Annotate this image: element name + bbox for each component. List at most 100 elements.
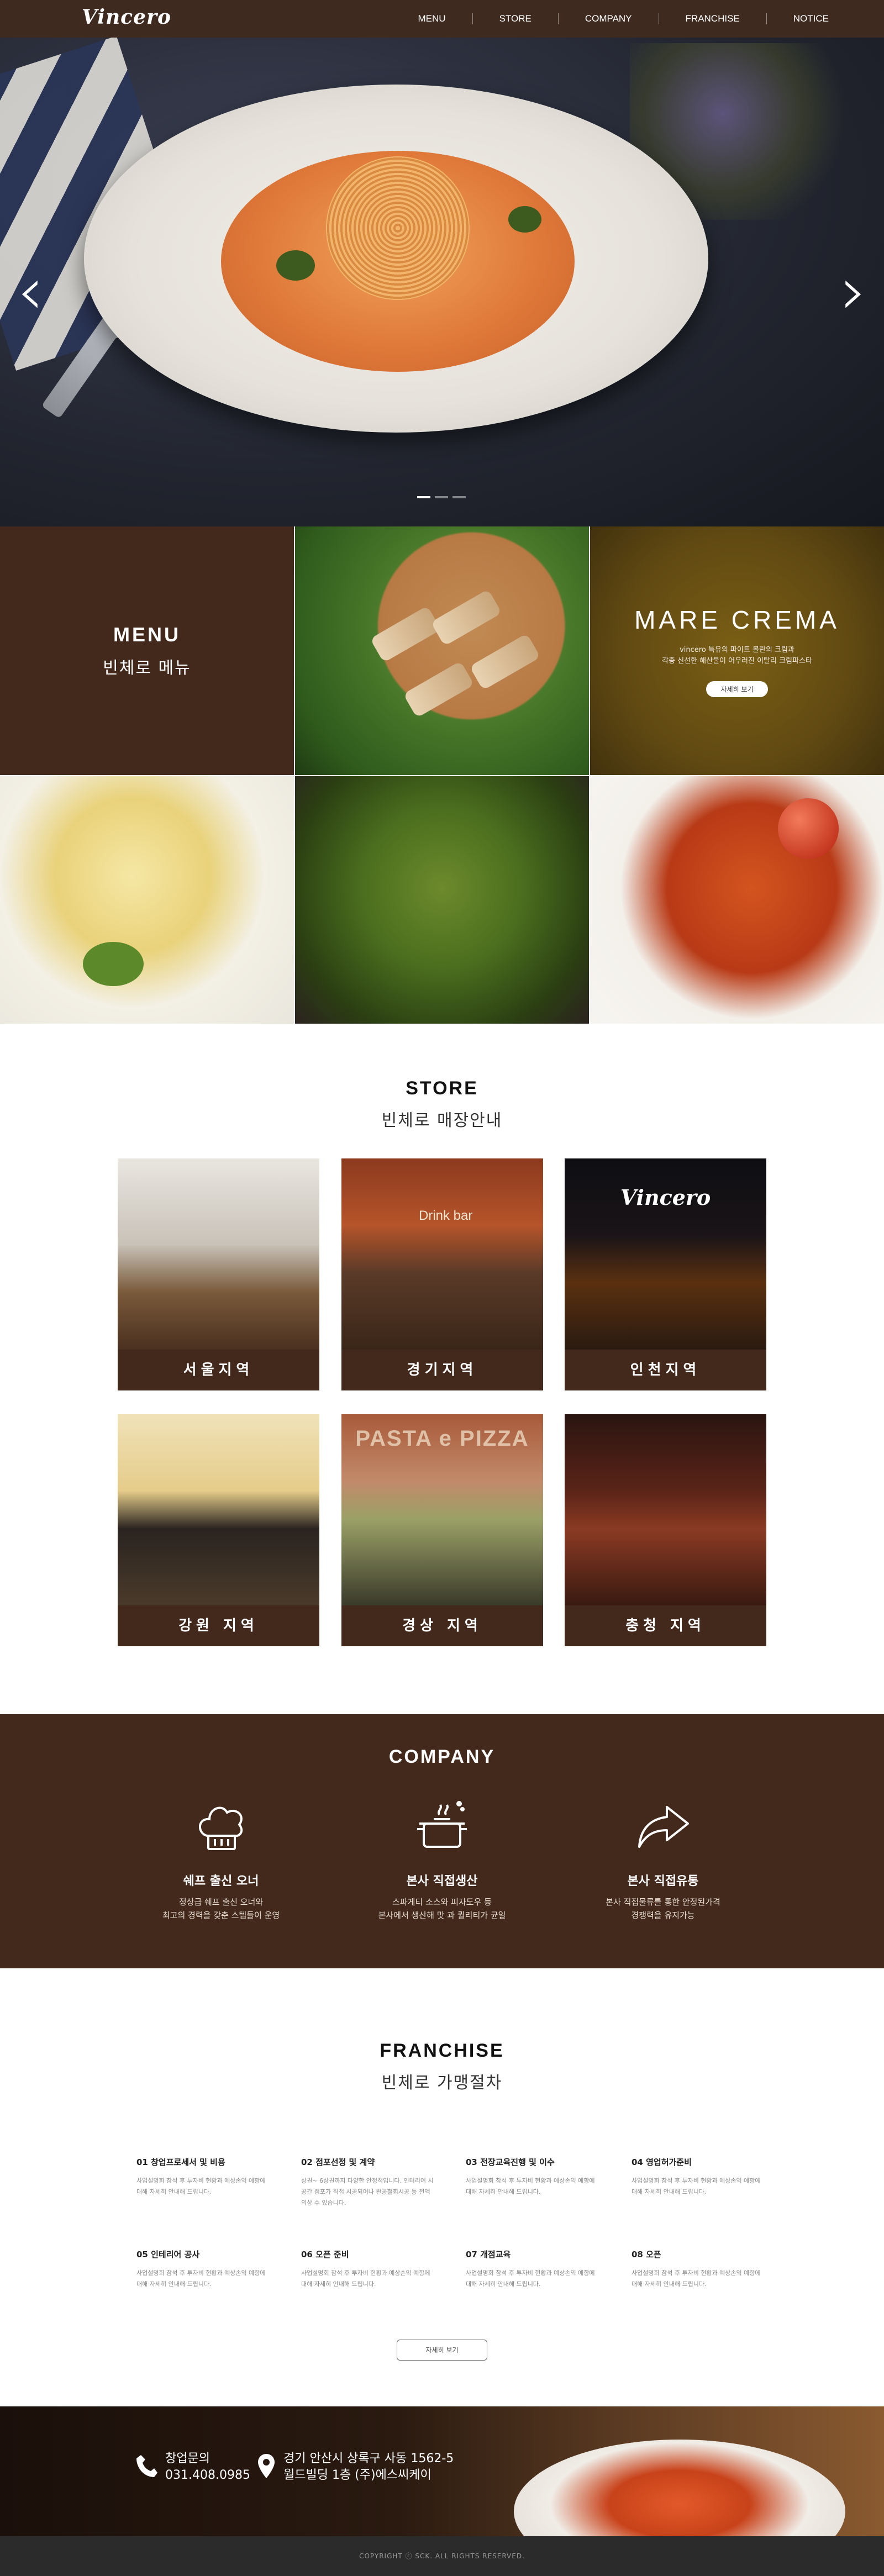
- broccoli-image: [83, 942, 144, 986]
- nav-franchise[interactable]: FRANCHISE: [659, 13, 767, 24]
- step-title: 04 영업허가준비: [632, 2157, 692, 2167]
- phone-number[interactable]: 031.408.0985: [165, 2467, 250, 2484]
- franchise-section: FRANCHISE 빈체로 가맹절차 01 창업프로세서 및 비용 사업설명회 …: [0, 1968, 884, 2406]
- store-photo-sign: Drink bar: [419, 1208, 473, 1223]
- location-pin-icon: [257, 2453, 276, 2482]
- store-region-label: 인천지역: [565, 1350, 766, 1390]
- share-arrow-icon: [633, 1797, 693, 1858]
- chicken-strip-image: [370, 605, 441, 663]
- hero-broccoli-image: [276, 250, 315, 281]
- menu-item-mare-crema[interactable]: MARE CREMA vincero 특유의 파이트 볼란의 크림과 각종 신선…: [590, 526, 884, 775]
- menu-heading-tile: MENU 빈체로 메뉴: [0, 526, 294, 775]
- step-desc: 사업설명회 참석 후 투자비 현황과 예상손익 예항에 대해 자세히 안내해 드…: [466, 2177, 595, 2195]
- store-region-label: 경상 지역: [341, 1605, 543, 1646]
- step-desc: 사업설명회 참석 후 투자비 현황과 예상손익 예항에 대해 자세히 안내해 드…: [136, 2177, 266, 2195]
- step-desc: 사업설명회 참석 후 투자비 현황과 예상손익 예항에 대해 자세히 안내해 드…: [136, 2269, 266, 2288]
- slider-prev-icon[interactable]: ‹: [14, 259, 47, 336]
- franchise-step: 05 인테리어 공사 사업설명회 참석 후 투자비 현황과 예상손익 예항에 대…: [136, 2248, 269, 2290]
- company-feature: 본사 직접유통 본사 직접물류를 통한 안정된가격 경쟁력을 유지가능: [575, 1797, 751, 1922]
- step-desc: 사업설명회 참석 후 투자비 현황과 예상손익 예항에 대해 자세히 안내해 드…: [466, 2269, 595, 2288]
- feature-desc-line: 본사 직접물류를 통한 안정된가격: [606, 1897, 720, 1907]
- store-card-incheon[interactable]: Vincero 인천지역: [565, 1158, 766, 1390]
- menu-item-tomato-pasta[interactable]: [590, 776, 884, 1025]
- slider-next-icon[interactable]: ›: [837, 259, 870, 336]
- company-feature: 쉐프 출신 오너 정상급 쉐프 출신 오너와 최고의 경력을 갖춘 스텝들이 운…: [133, 1797, 309, 1922]
- site-footer: COPYRIGHT ⓒ SCK. ALL RIGHTS RESERVED.: [0, 2536, 884, 2576]
- feature-desc-line: 본사에서 생산해 맛 과 퀄리티가 균일: [378, 1910, 506, 1920]
- step-desc: 상권~ 6상권까지 다양한 안정적입니다. 인터리어 시공간 점포가 직접 시공…: [301, 2177, 434, 2206]
- menu-item-chicken-salad[interactable]: [295, 526, 589, 775]
- store-card-gyeonggi[interactable]: Drink bar 경기지역: [341, 1158, 543, 1390]
- step-title: 03 전장교육진행 및 이수: [466, 2157, 555, 2167]
- step-desc: 사업설명회 참석 후 투자비 현황과 예상손익 예항에 대해 자세히 안내해 드…: [632, 2269, 761, 2288]
- company-section: COMPANY 쉐프 출신 오너 정상급 쉐프 출신 오너와 최고의 경력을 갖…: [0, 1714, 884, 1968]
- cherry-tomato-image: [778, 798, 839, 859]
- franchise-subtitle: 빈체로 가맹절차: [381, 2073, 503, 2093]
- contact-phone-text: 창업문의 031.408.0985: [165, 2451, 250, 2484]
- step-desc: 사업설명회 참석 후 투자비 현황과 예상손익 예항에 대해 자세히 안내해 드…: [632, 2177, 761, 2195]
- feature-title: 본사 직접유통: [627, 1874, 699, 1888]
- menu-subtitle: 빈체로 메뉴: [103, 659, 191, 678]
- nav-company[interactable]: COMPANY: [559, 13, 659, 24]
- feature-desc-line: 스파게티 소스와 피자도우 등: [392, 1897, 492, 1907]
- store-card-chungcheong[interactable]: 충청 지역: [565, 1414, 766, 1646]
- menu-feature-desc-line: vincero 특유의 파이트 볼란의 크림과: [680, 645, 794, 654]
- franchise-step: 02 점포선정 및 계약 상권~ 6상권까지 다양한 안정적입니다. 인터리어 …: [301, 2156, 434, 2209]
- feature-desc-line: 최고의 경력을 갖춘 스텝들이 운영: [162, 1910, 280, 1920]
- menu-item-green-salad[interactable]: [295, 776, 589, 1025]
- feature-desc: 본사 직접물류를 통한 안정된가격 경쟁력을 유지가능: [575, 1895, 751, 1922]
- feature-desc-line: 정상급 쉐프 출신 오너와: [178, 1897, 264, 1907]
- address-line: 경기 안산시 상록구 사동 1562-5: [283, 2452, 454, 2466]
- feature-desc: 정상급 쉐프 출신 오너와 최고의 경력을 갖춘 스텝들이 운영: [133, 1895, 309, 1922]
- store-card-gyeongsang[interactable]: PASTA e PIZZA 경상 지역: [341, 1414, 543, 1646]
- main-nav: MENU STORE COMPANY FRANCHISE NOTICE: [392, 0, 829, 38]
- franchise-step: 01 창업프로세서 및 비용 사업설명회 참석 후 투자비 현황과 예상손익 예…: [136, 2156, 269, 2198]
- menu-feature-more-button[interactable]: 자세히 보기: [706, 681, 768, 697]
- step-title: 06 오픈 준비: [301, 2250, 349, 2259]
- store-card-seoul[interactable]: 서울지역: [118, 1158, 319, 1390]
- franchise-step: 08 오픈 사업설명회 참석 후 투자비 현황과 예상손익 예항에 대해 자세히…: [632, 2248, 764, 2290]
- chicken-strip-image: [469, 633, 541, 691]
- nav-notice[interactable]: NOTICE: [767, 13, 829, 24]
- menu-section: MENU 빈체로 메뉴 MARE CREMA vincero 특유의 파이트 볼…: [0, 526, 884, 1025]
- feature-desc-line: 경쟁력을 유지가능: [631, 1910, 695, 1920]
- nav-store[interactable]: STORE: [473, 13, 559, 24]
- nav-menu[interactable]: MENU: [392, 13, 473, 24]
- menu-feature-overlay: MARE CREMA vincero 특유의 파이트 볼란의 크림과 각종 신선…: [590, 526, 884, 775]
- store-photo: Drink bar: [341, 1158, 543, 1350]
- copyright-text: COPYRIGHT ⓒ SCK. ALL RIGHTS RESERVED.: [359, 2552, 525, 2560]
- contact-background-dish-image: [514, 2440, 845, 2536]
- store-photo-sign: PASTA e PIZZA: [355, 1426, 529, 1451]
- franchise-step: 03 전장교육진행 및 이수 사업설명회 참석 후 투자비 현황과 예상손익 예…: [466, 2156, 598, 2198]
- hero-broccoli-image: [508, 206, 541, 233]
- menu-feature-title: MARE CREMA: [634, 605, 840, 634]
- store-region-label: 강원 지역: [118, 1605, 319, 1646]
- step-title: 05 인테리어 공사: [136, 2250, 200, 2259]
- feature-desc: 스파게티 소스와 피자도우 등 본사에서 생산해 맛 과 퀄리티가 균일: [354, 1895, 530, 1922]
- store-section: STORE 빈체로 매장안내 서울지역 Drink bar 경기지역 Vince…: [0, 1024, 884, 1714]
- phone-label: 창업문의: [165, 2452, 210, 2466]
- chef-hat-icon: [191, 1797, 251, 1858]
- store-card-gangwon[interactable]: 강원 지역: [118, 1414, 319, 1646]
- step-title: 08 오픈: [632, 2250, 661, 2259]
- feature-title: 쉐프 출신 오너: [183, 1874, 259, 1888]
- contact-address-text: 경기 안산시 상록구 사동 1562-5 월드빌딩 1층 (주)에스씨케이: [283, 2451, 454, 2484]
- slider-dot[interactable]: [417, 496, 430, 498]
- franchise-more-button[interactable]: 자세히 보기: [397, 2340, 487, 2361]
- menu-item-cream-pasta[interactable]: [0, 776, 294, 1025]
- franchise-title: FRANCHISE: [380, 2040, 504, 2061]
- franchise-step: 06 오픈 준비 사업설명회 참석 후 투자비 현황과 예상손익 예항에 대해 …: [301, 2248, 434, 2290]
- slider-dot[interactable]: [435, 496, 448, 498]
- site-header: Vincero MENU STORE COMPANY FRANCHISE NOT…: [0, 0, 884, 38]
- store-region-label: 충청 지역: [565, 1605, 766, 1646]
- store-photo: PASTA e PIZZA: [341, 1414, 543, 1605]
- store-subtitle: 빈체로 매장안내: [381, 1111, 503, 1130]
- contact-address: 경기 안산시 상록구 사동 1562-5 월드빌딩 1층 (주)에스씨케이: [257, 2451, 454, 2484]
- step-title: 02 점포선정 및 계약: [301, 2157, 375, 2167]
- slider-dot[interactable]: [452, 496, 466, 498]
- franchise-step: 04 영업허가준비 사업설명회 참석 후 투자비 현황과 예상손익 예항에 대해…: [632, 2156, 764, 2198]
- store-photo-sign: Vincero: [620, 1185, 711, 1210]
- contact-phone: 창업문의 031.408.0985: [135, 2451, 250, 2484]
- logo[interactable]: Vincero: [82, 6, 171, 29]
- feature-title: 본사 직접생산: [406, 1874, 478, 1888]
